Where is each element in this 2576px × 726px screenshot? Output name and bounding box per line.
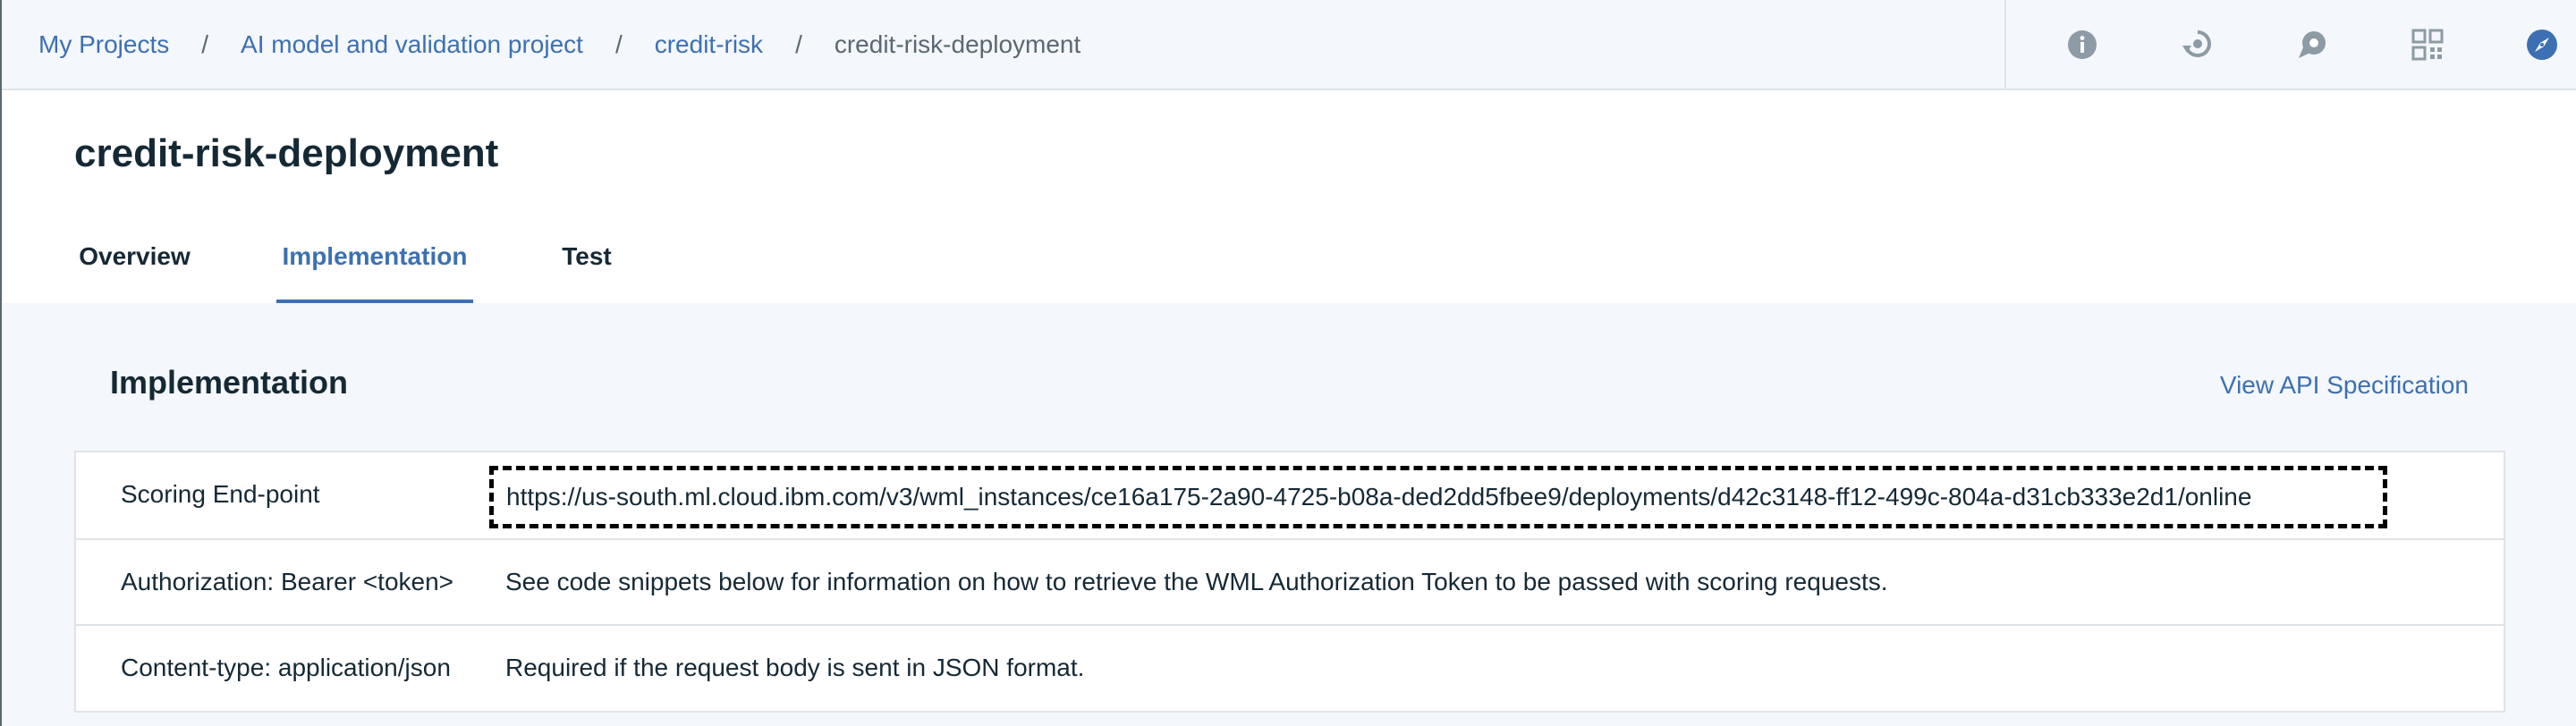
tab-implementation[interactable]: Implementation <box>276 224 473 303</box>
breadcrumb-link-project[interactable]: AI model and validation project <box>241 30 583 59</box>
table-row: Authorization: Bearer <token> See code s… <box>76 538 2504 624</box>
breadcrumb-separator: / <box>795 30 802 58</box>
section-title: Implementation <box>110 364 349 401</box>
refresh-icon <box>2182 30 2211 57</box>
breadcrumb-current: credit-risk-deployment <box>834 30 1081 58</box>
info-icon <box>2068 30 2097 59</box>
breadcrumb-link-model[interactable]: credit-risk <box>655 30 763 59</box>
info-button[interactable] <box>2063 26 2101 63</box>
breadcrumb-separator: / <box>614 30 623 58</box>
breadcrumb-link-my-projects[interactable]: My Projects <box>38 30 169 59</box>
row-value: See code snippets below for information … <box>505 568 1888 595</box>
tab-label: Implementation <box>282 242 468 270</box>
implementation-table: Scoring End-point https://us-south.ml.cl… <box>74 451 2505 713</box>
page-header: credit-risk-deployment Overview Implemen… <box>2 90 2576 303</box>
table-row: Content-type: application/json Required … <box>76 624 2504 710</box>
compass-button[interactable] <box>2523 26 2561 63</box>
table-row: Scoring End-point https://us-south.ml.cl… <box>76 452 2504 538</box>
main-content: Implementation View API Specification Sc… <box>2 303 2576 726</box>
tab-label: Overview <box>79 242 191 270</box>
row-label: Authorization: Bearer <token> <box>121 568 454 595</box>
page-title: credit-risk-deployment <box>74 131 499 175</box>
row-label: Content-type: application/json <box>121 654 451 681</box>
tab-test[interactable]: Test <box>558 224 615 303</box>
scoring-endpoint-field[interactable]: https://us-south.ml.cloud.ibm.com/v3/wml… <box>489 466 2387 528</box>
row-label: Scoring End-point <box>121 480 320 508</box>
qr-code-button[interactable] <box>2409 26 2446 63</box>
header-toolbar <box>2004 0 2576 89</box>
view-api-specification-link[interactable]: View API Specification <box>2220 371 2469 400</box>
row-value: Required if the request body is sent in … <box>505 654 1085 681</box>
chat-button[interactable] <box>2294 26 2332 63</box>
compass-icon <box>2527 30 2557 60</box>
breadcrumb-separator: / <box>201 30 209 58</box>
qr-code-icon <box>2411 29 2444 61</box>
top-bar: My Projects / AI model and validation pr… <box>2 0 2576 90</box>
refresh-button[interactable] <box>2179 26 2216 63</box>
breadcrumb: My Projects / AI model and validation pr… <box>38 27 1080 63</box>
chat-icon <box>2299 31 2326 58</box>
tab-label: Test <box>562 242 612 270</box>
app-window: My Projects / AI model and validation pr… <box>0 0 2576 726</box>
tab-bar: Overview Implementation Test <box>2 224 2576 303</box>
tab-overview[interactable]: Overview <box>79 224 191 303</box>
